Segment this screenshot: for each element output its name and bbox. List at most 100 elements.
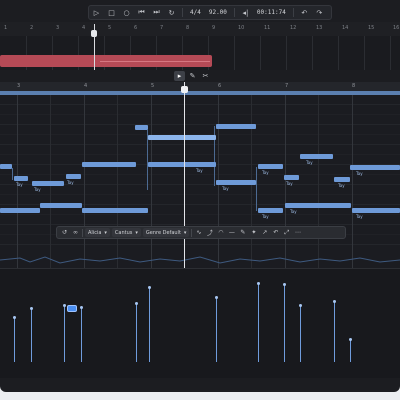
stop-icon[interactable]: □ — [104, 6, 119, 19]
midi-note[interactable] — [300, 154, 333, 159]
velocity-stem[interactable] — [258, 284, 259, 362]
note-lyric: Tay — [356, 214, 363, 219]
playhead-handle[interactable] — [181, 86, 188, 93]
velocity-handle[interactable] — [30, 307, 33, 310]
dots-icon[interactable]: ⋯ — [293, 228, 302, 237]
star-icon[interactable]: ✦ — [249, 228, 258, 237]
midi-note[interactable] — [216, 124, 256, 129]
velocity-handle[interactable] — [135, 302, 138, 305]
audio-waveform — [0, 256, 400, 264]
velocity-lane[interactable] — [0, 268, 400, 378]
undo-icon[interactable]: ↶ — [297, 6, 312, 19]
skip-back-icon[interactable]: ⏮ — [134, 6, 149, 19]
note-lyric: Tay — [16, 182, 23, 187]
velocity-stem[interactable] — [300, 306, 301, 362]
pitch-curve — [12, 168, 13, 180]
grid-line — [234, 36, 235, 70]
velocity-handle[interactable] — [333, 300, 336, 303]
velocity-handle[interactable] — [63, 304, 66, 307]
curve-icon[interactable]: ◠ — [216, 228, 225, 237]
velocity-stem[interactable] — [284, 285, 285, 362]
piano-roll[interactable]: 3 4 5 6 7 8 Tay Tay Tay Tay Tay Tay Tay … — [0, 82, 400, 268]
midi-note[interactable] — [284, 175, 299, 180]
velocity-stem[interactable] — [334, 302, 335, 362]
velocity-handle[interactable] — [148, 286, 151, 289]
midi-note[interactable] — [0, 208, 40, 213]
midi-note[interactable] — [350, 165, 400, 170]
midi-note[interactable] — [82, 208, 148, 213]
scissors-icon[interactable]: ✂ — [200, 71, 211, 81]
vibrato-icon[interactable]: ∿ — [194, 228, 203, 237]
loop-region-bar[interactable] — [0, 91, 400, 95]
velocity-stem[interactable] — [149, 288, 150, 362]
note-lyric: Tay — [67, 180, 74, 185]
midi-note[interactable] — [352, 208, 400, 213]
velocity-stem[interactable] — [81, 308, 82, 362]
voice-select[interactable]: Alicia ▾ — [85, 228, 110, 237]
arrow-icon[interactable]: ↗ — [260, 228, 269, 237]
piano-roll-ruler[interactable]: 3 4 5 6 7 8 — [0, 82, 400, 91]
chevron-down-icon: ▾ — [104, 229, 107, 236]
pencil-icon[interactable]: ✎ — [238, 228, 247, 237]
midi-note[interactable] — [135, 125, 148, 130]
velocity-handle[interactable] — [13, 316, 16, 319]
pitch-icon[interactable]: ⤴ — [205, 228, 214, 237]
velocity-stem[interactable] — [350, 340, 351, 362]
midi-note[interactable] — [82, 162, 136, 167]
arrangement-ruler[interactable]: 1 2 3 4 5 6 7 8 9 10 11 12 13 14 15 16 — [0, 22, 400, 36]
velocity-stem[interactable] — [31, 309, 32, 362]
midi-note[interactable] — [14, 176, 28, 181]
bar-number: 6 — [134, 25, 138, 31]
record-icon[interactable]: ○ — [119, 6, 134, 19]
velocity-stem[interactable] — [216, 298, 217, 362]
velocity-stem[interactable] — [136, 304, 137, 362]
velocity-stem[interactable] — [64, 306, 65, 362]
velocity-handle[interactable] — [349, 338, 352, 341]
loop-icon[interactable]: ↻ — [164, 6, 179, 19]
chevron-down-icon: ▾ — [135, 229, 138, 236]
playhead-handle[interactable] — [91, 30, 97, 37]
midi-note[interactable] — [216, 180, 256, 185]
bar-number: 8 — [352, 83, 356, 89]
pointer-icon[interactable]: ▸ — [174, 71, 185, 81]
tempo-value[interactable]: 92.00 — [205, 9, 231, 16]
velocity-handle[interactable] — [283, 283, 286, 286]
undo-icon[interactable]: ↶ — [271, 228, 280, 237]
midi-note[interactable] — [66, 174, 81, 179]
midi-note[interactable] — [258, 208, 283, 213]
expand-icon[interactable]: ⤢ — [282, 228, 291, 237]
midi-note[interactable] — [40, 203, 82, 208]
metronome-icon[interactable]: ◂| — [238, 6, 253, 19]
pencil-icon[interactable]: ✎ — [187, 71, 198, 81]
vocal-clip[interactable] — [0, 55, 212, 67]
genre-select[interactable]: Genre Default ▾ — [142, 228, 190, 237]
midi-note[interactable] — [285, 203, 351, 208]
midi-note[interactable] — [32, 181, 64, 186]
skip-forward-icon[interactable]: ⏭ — [149, 6, 164, 19]
midi-note[interactable] — [148, 162, 216, 167]
pitch-curve — [256, 167, 257, 211]
velocity-handle[interactable] — [80, 306, 83, 309]
midi-note[interactable] — [148, 135, 216, 140]
bar-number: 3 — [56, 25, 60, 31]
style-select[interactable]: Cantus ▾ — [111, 228, 141, 237]
line-icon[interactable]: — — [227, 228, 236, 237]
selected-velocity-handle[interactable] — [67, 305, 77, 312]
velocity-handle[interactable] — [257, 282, 260, 285]
loop-icon[interactable]: ↺ — [60, 228, 69, 237]
velocity-stem[interactable] — [14, 318, 15, 362]
bar-number: 16 — [393, 25, 400, 31]
key-lane — [0, 214, 400, 215]
redo-icon[interactable]: ↷ — [312, 6, 327, 19]
link-icon[interactable]: ∞ — [71, 228, 80, 237]
separator — [233, 8, 235, 17]
midi-note[interactable] — [334, 177, 350, 182]
play-icon[interactable]: ▷ — [89, 6, 104, 19]
velocity-handle[interactable] — [215, 296, 218, 299]
midi-note[interactable] — [258, 164, 283, 169]
grid-line — [260, 36, 261, 70]
time-signature[interactable]: 4/4 — [186, 9, 205, 16]
bar-number: 5 — [108, 25, 112, 31]
velocity-handle[interactable] — [299, 304, 302, 307]
midi-note[interactable] — [0, 164, 12, 169]
